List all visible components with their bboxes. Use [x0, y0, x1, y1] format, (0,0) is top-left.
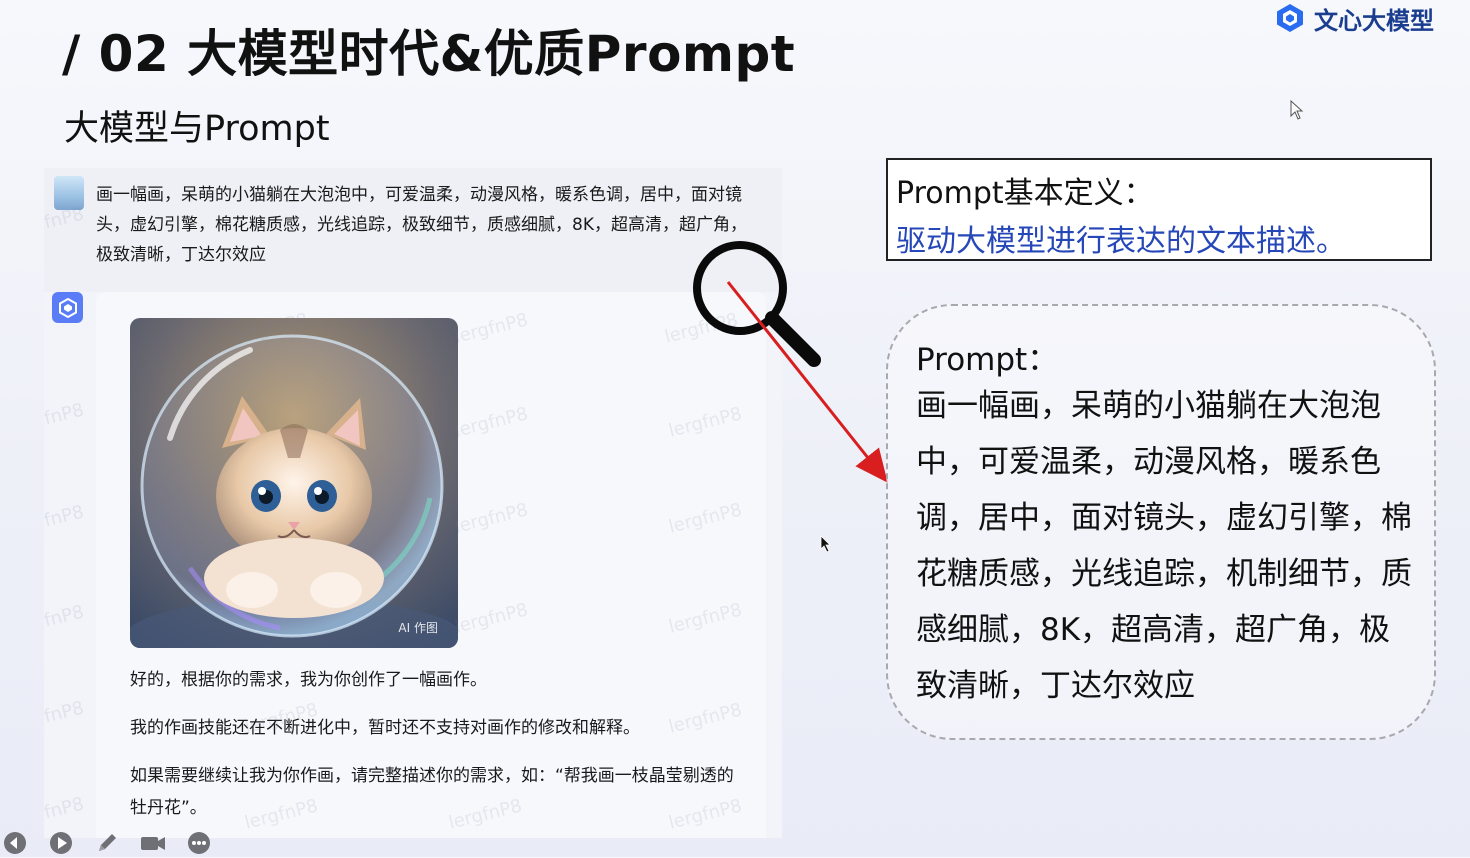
mouse-cursor-icon	[820, 535, 831, 553]
camera-icon	[141, 837, 165, 850]
player-controls	[0, 828, 212, 858]
bot-avatar	[52, 292, 83, 323]
previous-icon	[4, 832, 26, 854]
bot-reply-3: 如果需要继续让我为你作画，请完整描述你的需求，如：“帮我画一枝晶莹剔透的牡丹花”…	[130, 766, 734, 818]
watermark: fnP8	[44, 399, 87, 430]
more-button[interactable]	[186, 830, 212, 856]
bot-reply-1: 好的，根据你的需求，我为你创作了一幅画作。	[130, 670, 487, 690]
ai-image-tag: AI 作图	[398, 621, 438, 635]
brand-name: 文心大模型	[1314, 6, 1434, 35]
prompt-text: 画一幅画，呆萌的小猫躺在大泡泡中，可爱温柔，动漫风格，暖系色调，居中，面对镜头，…	[916, 388, 1412, 704]
pen-button[interactable]	[94, 830, 120, 856]
mouse-cursor-icon	[1290, 100, 1304, 120]
chat-panel: 画一幅画，呆萌的小猫躺在大泡泡中，可爱温柔，动漫风格，暖系色调，居中，面对镜头，…	[44, 168, 782, 838]
definition-title: Prompt基本定义：	[896, 176, 1154, 211]
user-message-text: 画一幅画，呆萌的小猫躺在大泡泡中，可爱温柔，动漫风格，暖系色调，居中，面对镜头，…	[96, 185, 747, 265]
bot-logo-icon	[58, 297, 77, 318]
user-avatar	[54, 176, 84, 210]
bot-reply-2: 我的作画技能还在不断进化中，暂时还不支持对画作的修改和解释。	[130, 718, 640, 738]
generated-kitten-image[interactable]: AI 作图	[130, 318, 458, 648]
watermark: fnP8	[44, 501, 87, 532]
prompt-label: Prompt：	[916, 342, 1059, 378]
play-icon	[50, 832, 72, 854]
brand-logo-icon	[1277, 4, 1303, 32]
previous-button[interactable]	[2, 830, 28, 856]
pen-icon	[99, 834, 116, 851]
prompt-box: Prompt： 画一幅画，呆萌的小猫躺在大泡泡中，可爱温柔，动漫风格，暖系色调，…	[886, 304, 1436, 740]
watermark: fnP8	[44, 793, 87, 824]
slide-subtitle: 大模型与Prompt	[64, 109, 330, 149]
more-icon	[188, 832, 210, 854]
kitten-illustration	[130, 318, 458, 648]
definition-box: Prompt基本定义： 驱动大模型进行表达的文本描述。	[886, 158, 1432, 261]
watermark: fnP8	[44, 601, 87, 632]
user-message: 画一幅画，呆萌的小猫躺在大泡泡中，可爱温柔，动漫风格，暖系色调，居中，面对镜头，…	[44, 168, 782, 292]
brand: 文心大模型	[1274, 0, 1434, 36]
play-button[interactable]	[48, 830, 74, 856]
camera-button[interactable]	[140, 830, 166, 856]
watermark: fnP8	[44, 697, 87, 728]
slide-title: / 02 大模型时代&优质Prompt	[62, 25, 796, 83]
definition-text: 驱动大模型进行表达的文本描述。	[896, 224, 1346, 259]
